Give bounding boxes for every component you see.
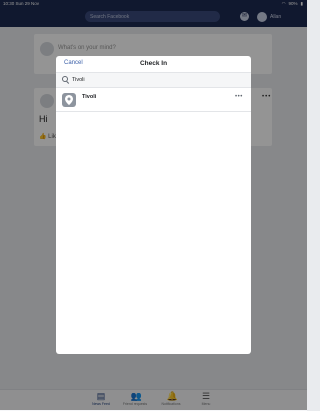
search-input[interactable] — [70, 77, 232, 83]
map-pin-icon — [62, 93, 76, 107]
more-options-icon[interactable]: ••• — [235, 94, 243, 100]
place-name: Tivoli — [82, 94, 97, 100]
modal-title: Check In — [139, 60, 168, 67]
check-in-modal: Cancel Check In Tivoli ••• — [56, 56, 251, 354]
modal-header: Cancel Check In — [56, 56, 251, 73]
location-search[interactable] — [56, 73, 251, 88]
list-item[interactable]: Tivoli ••• — [56, 89, 251, 112]
search-icon — [62, 76, 70, 84]
